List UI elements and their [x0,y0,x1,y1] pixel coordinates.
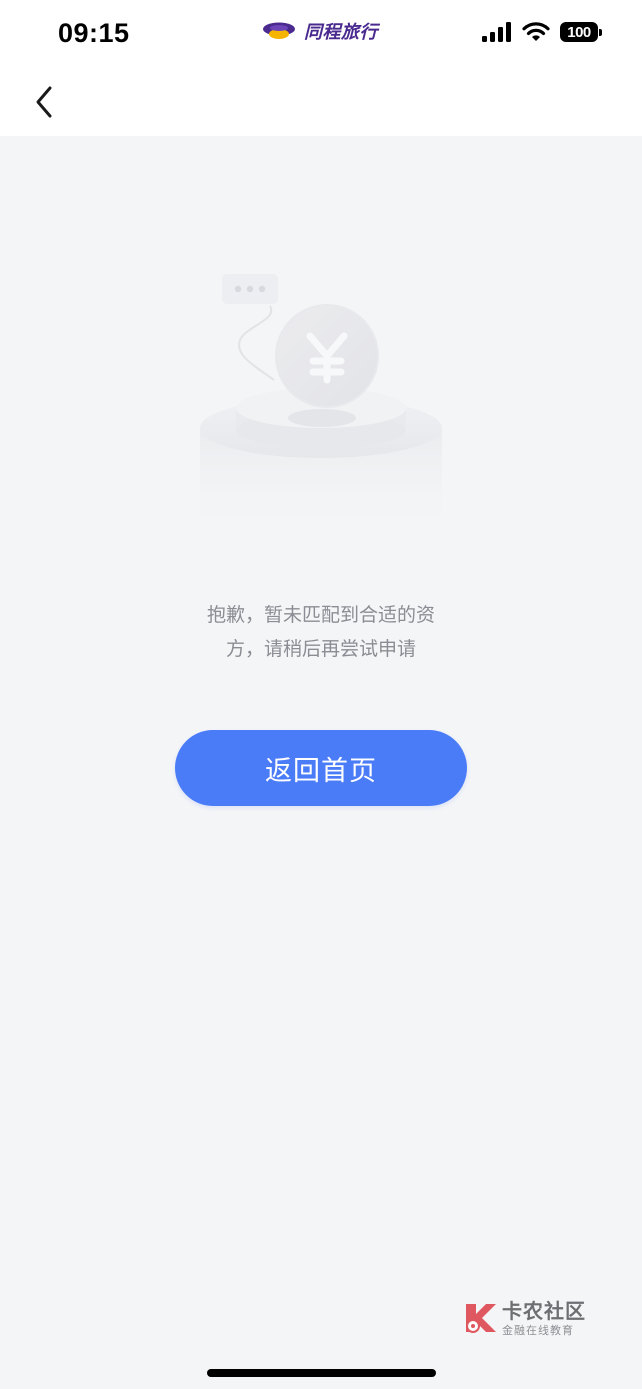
battery-level: 100 [567,23,591,41]
nav-bar [0,68,642,136]
empty-coin-illustration [200,274,442,538]
watermark-subtitle: 金融在线教育 [502,1323,574,1337]
status-time: 09:15 [58,18,130,48]
empty-state-message: 抱歉，暂未匹配到合适的资 方，请稍后再尝试申请 [160,598,482,666]
chevron-left-icon [36,86,52,118]
carrier-logo-icon [263,22,295,39]
watermark: 卡农社区 金融在线教育 [462,1300,586,1336]
cellular-signal-icon [482,22,511,42]
message-line-2: 方，请稍后再尝试申请 [225,638,416,660]
back-button[interactable] [24,82,64,122]
battery-tip [599,28,602,36]
home-indicator [207,1369,436,1377]
watermark-title: 卡农社区 [502,1298,586,1323]
watermark-logo-icon [466,1304,496,1333]
return-home-button[interactable]: 返回首页 [175,730,467,806]
status-bar: 09:15 同程旅行 100 [0,0,642,68]
wifi-icon [522,22,550,41]
battery-icon: 100 [560,22,598,42]
status-indicators: 100 [482,22,602,42]
carrier-name: 同程旅行 [304,22,378,43]
message-line-1: 抱歉，暂未匹配到合适的资 [206,604,435,626]
carrier-logo: 同程旅行 [262,18,378,44]
